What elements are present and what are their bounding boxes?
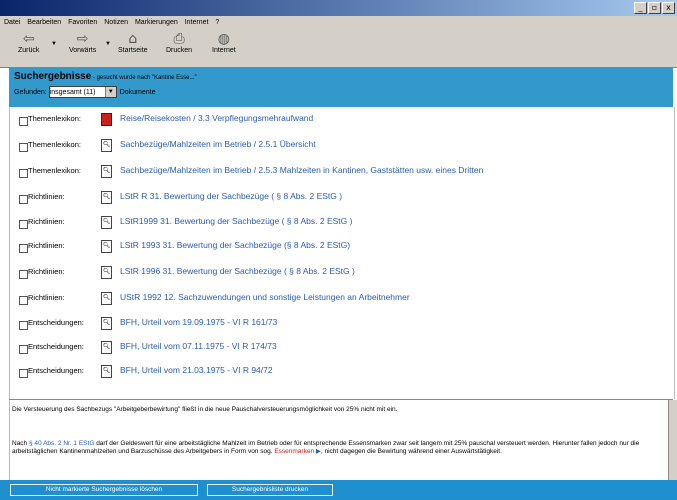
forward-button[interactable]: ⇨ Vorwärts: [69, 31, 96, 54]
close-button[interactable]: x: [662, 2, 675, 14]
search-query: - gesucht wurde nach "Kantine Esse...": [91, 75, 197, 81]
list-item: Richtlinien: 🔍︎ LStR 1996 31. Bewertung …: [10, 264, 674, 286]
result-link[interactable]: BFH, Urteil vom 07.11.1975 - VI R 174/73: [120, 341, 277, 351]
result-link[interactable]: Sachbezüge/Mahlzeiten im Betrieb / 2.5.1…: [120, 139, 316, 149]
list-item: Entscheidungen: 🔍︎ BFH, Urteil vom 07.11…: [10, 339, 674, 361]
dropdown-arrow-icon: ▼: [105, 41, 111, 47]
list-item: Richtlinien: 🔍︎ LStR R 31. Bewertung der…: [10, 189, 674, 211]
print-list-button[interactable]: Suchergebnisliste drucken: [207, 484, 333, 496]
law-link[interactable]: § 40 Abs. 2 Nr. 1 EStG: [29, 440, 94, 447]
menu-help[interactable]: ?: [215, 19, 219, 26]
result-checkbox[interactable]: [19, 244, 28, 253]
result-category: Themenlexikon:: [28, 140, 81, 149]
list-item: Themenlexikon: Reise/Reisekosten / 3.3 V…: [10, 111, 674, 133]
document-icon[interactable]: 🔍︎: [101, 240, 112, 253]
list-item: Richtlinien: 🔍︎ LStR1999 31. Bewertung d…: [10, 214, 674, 236]
info-paragraph-2: Nach § 40 Abs. 2 Nr. 1 EStG darf der Gel…: [12, 440, 640, 455]
back-arrow-icon: ⇦: [22, 31, 35, 47]
document-icon[interactable]: 🔍︎: [101, 341, 112, 354]
result-link[interactable]: UStR 1992 12. Sachzuwendungen und sonsti…: [120, 292, 410, 302]
result-link[interactable]: BFH, Urteil vom 19.09.1975 - VI R 161/73: [120, 317, 277, 327]
document-icon[interactable]: 🔍︎: [101, 365, 112, 378]
found-row: Gefunden: insgesamt (11) ▼ Dokumente: [14, 86, 156, 98]
footer-bar: Nicht markierte Suchergebnisse löschen S…: [0, 480, 677, 500]
info-panel: Die Versteuerung des Sachbezugs "Arbeitg…: [9, 400, 674, 480]
menu-internet[interactable]: Internet: [185, 19, 209, 26]
result-category: Richtlinien:: [28, 293, 65, 302]
document-icon[interactable]: 🔍︎: [101, 292, 112, 305]
found-select[interactable]: insgesamt (11) ▼: [48, 86, 117, 98]
result-category: Richtlinien:: [28, 192, 65, 201]
result-checkbox[interactable]: [19, 345, 28, 354]
result-category: Richtlinien:: [28, 241, 65, 250]
menu-favoriten[interactable]: Favoriten: [68, 19, 97, 26]
list-item: Richtlinien: 🔍︎ UStR 1992 12. Sachzuwend…: [10, 290, 674, 312]
scrollbar[interactable]: [668, 400, 677, 480]
menu-bar: Datei Bearbeiten Favoriten Notizen Marki…: [0, 16, 677, 29]
essenmarken-link[interactable]: Essenmarken: [274, 448, 314, 455]
result-link[interactable]: LStR 1993 31. Bewertung der Sachbezüge (…: [120, 240, 350, 250]
menu-bearbeiten[interactable]: Bearbeiten: [27, 19, 61, 26]
print-button[interactable]: ⎙ Drucken: [166, 31, 192, 54]
menu-notizen[interactable]: Notizen: [104, 19, 128, 26]
result-link[interactable]: LStR 1996 31. Bewertung der Sachbezüge (…: [120, 266, 355, 276]
document-icon[interactable]: 🔍︎: [101, 191, 112, 204]
document-icon[interactable]: 🔍︎: [101, 266, 112, 279]
toolbar: ⇦ Zurück ▼ ⇨ Vorwärts ▼ ⌂ Startseite ⎙ D…: [0, 29, 677, 68]
delete-unmarked-button[interactable]: Nicht markierte Suchergebnisse löschen: [10, 484, 198, 496]
result-category: Themenlexikon:: [28, 114, 81, 123]
result-checkbox[interactable]: [19, 220, 28, 229]
list-item: Entscheidungen: 🔍︎ BFH, Urteil vom 19.09…: [10, 315, 674, 337]
list-item: Entscheidungen: 🔍︎ BFH, Urteil vom 21.03…: [10, 363, 674, 385]
menu-markierungen[interactable]: Markierungen: [135, 19, 178, 26]
list-item: Themenlexikon: 🔍︎ Sachbezüge/Mahlzeiten …: [10, 137, 674, 159]
document-icon[interactable]: 🔍︎: [101, 165, 112, 178]
result-link[interactable]: Sachbezüge/Mahlzeiten im Betrieb / 2.5.3…: [120, 165, 483, 175]
result-checkbox[interactable]: [19, 169, 28, 178]
minimize-button[interactable]: _: [634, 2, 647, 14]
document-icon[interactable]: 🔍︎: [101, 216, 112, 229]
result-checkbox[interactable]: [19, 195, 28, 204]
list-item: Richtlinien: 🔍︎ LStR 1993 31. Bewertung …: [10, 238, 674, 260]
red-document-icon[interactable]: [101, 113, 112, 126]
printer-icon: ⎙: [173, 31, 185, 47]
documents-label: Dokumente: [119, 88, 156, 96]
chevron-down-icon[interactable]: ▼: [104, 87, 116, 97]
title-bar: _ ▫ x: [0, 0, 677, 16]
document-icon[interactable]: 🔍︎: [101, 139, 112, 152]
result-checkbox[interactable]: [19, 369, 28, 378]
info-paragraph-1: Die Versteuerung des Sachbezugs "Arbeitg…: [12, 406, 398, 413]
menu-datei[interactable]: Datei: [4, 19, 20, 26]
home-button[interactable]: ⌂ Startseite: [118, 31, 148, 54]
result-category: Richtlinien:: [28, 267, 65, 276]
found-label: Gefunden:: [14, 88, 47, 96]
internet-button[interactable]: ◍ Internet: [212, 31, 236, 54]
result-category: Entscheidungen:: [28, 318, 84, 327]
results-list: Themenlexikon: Reise/Reisekosten / 3.3 V…: [9, 107, 675, 399]
result-category: Entscheidungen:: [28, 342, 84, 351]
result-category: Entscheidungen:: [28, 366, 84, 375]
result-checkbox[interactable]: [19, 296, 28, 305]
result-checkbox[interactable]: [19, 117, 28, 126]
result-checkbox[interactable]: [19, 321, 28, 330]
result-link[interactable]: LStR R 31. Bewertung der Sachbezüge ( § …: [120, 191, 342, 201]
result-category: Richtlinien:: [28, 217, 65, 226]
page-title: Suchergebnisse - gesucht wurde nach "Kan…: [14, 71, 197, 82]
home-icon: ⌂: [128, 31, 138, 47]
document-icon[interactable]: 🔍︎: [101, 317, 112, 330]
results-header: Suchergebnisse - gesucht wurde nach "Kan…: [9, 67, 673, 107]
result-category: Themenlexikon:: [28, 166, 81, 175]
result-link[interactable]: BFH, Urteil vom 21.03.1975 - VI R 94/72: [120, 365, 273, 375]
result-checkbox[interactable]: [19, 143, 28, 152]
list-item: Themenlexikon: 🔍︎ Sachbezüge/Mahlzeiten …: [10, 163, 674, 185]
maximize-button[interactable]: ▫: [648, 2, 661, 14]
globe-icon: ◍: [217, 31, 230, 47]
back-button[interactable]: ⇦ Zurück: [18, 31, 39, 54]
result-link[interactable]: Reise/Reisekosten / 3.3 Verpflegungsmehr…: [120, 113, 313, 123]
forward-arrow-icon: ⇨: [76, 31, 89, 47]
dropdown-arrow-icon: ▼: [51, 41, 57, 47]
result-link[interactable]: LStR1999 31. Bewertung der Sachbezüge ( …: [120, 216, 352, 226]
play-arrow-icon[interactable]: ▶: [314, 448, 321, 455]
result-checkbox[interactable]: [19, 270, 28, 279]
